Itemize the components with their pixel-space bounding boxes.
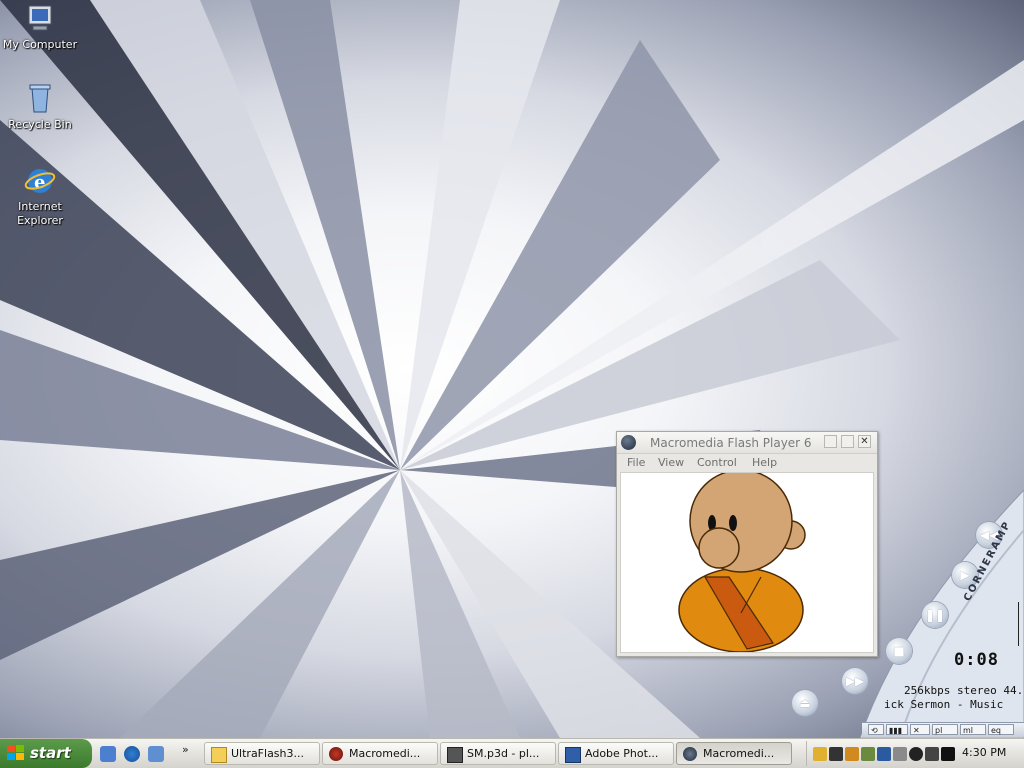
task-label: Macromedi... xyxy=(703,747,775,760)
bitrate-info: 256kbps stereo 44. xyxy=(904,684,1024,697)
monk-right-eye xyxy=(729,515,737,531)
equalizer-toggle[interactable]: eq xyxy=(988,724,1014,735)
tray-person-icon[interactable] xyxy=(877,747,891,761)
start-button[interactable]: start xyxy=(0,739,92,768)
maximize-button[interactable] xyxy=(841,435,854,448)
internet-explorer-quicklaunch-icon[interactable] xyxy=(124,746,140,762)
internet-explorer-label: Internet Explorer xyxy=(17,200,63,227)
flash-app-icon[interactable] xyxy=(621,435,636,450)
windows-logo-icon xyxy=(7,745,24,760)
task-macromedia-1[interactable]: Macromedi... xyxy=(322,742,438,765)
menu-view[interactable]: View xyxy=(658,456,684,469)
tray-globe-icon[interactable] xyxy=(909,747,923,761)
eject-icon: ⏏ xyxy=(799,696,811,710)
tray-app-icon[interactable] xyxy=(813,747,827,761)
close-icon: ✕ xyxy=(860,436,869,447)
close-button[interactable]: ✕ xyxy=(858,435,871,448)
tray-target-icon[interactable] xyxy=(861,747,875,761)
visualizer-toggle[interactable]: ▮▮▮ xyxy=(886,724,908,735)
pause-button[interactable]: ❚❚ xyxy=(922,602,948,628)
flash-icon xyxy=(683,747,697,761)
task-macromedia-2[interactable]: Macromedi... xyxy=(676,742,792,765)
track-title: ick Sermon - Music xyxy=(884,698,1004,711)
menu-help[interactable]: Help xyxy=(752,456,777,469)
corneramp-control-bar: ⟲ ▮▮▮ ✕ pl ml eq xyxy=(862,722,1024,737)
clock[interactable]: 4:30 PM xyxy=(962,746,1006,759)
fast-forward-button[interactable]: ▶▶ xyxy=(842,668,868,694)
play-icon: ▶ xyxy=(960,568,970,582)
folder-icon xyxy=(211,747,227,763)
document-icon xyxy=(447,747,463,763)
stop-button[interactable]: ■ xyxy=(886,638,912,664)
recycle-bin-shortcut[interactable]: Recycle Bin xyxy=(0,82,80,132)
task-label: Adobe Phot... xyxy=(585,747,659,760)
shuffle-toggle[interactable]: ✕ xyxy=(910,724,930,735)
internet-explorer-icon: e xyxy=(24,169,56,193)
flash-menubar: File View Control Help xyxy=(617,454,877,471)
show-desktop-icon[interactable] xyxy=(100,746,116,762)
start-label: start xyxy=(30,744,71,762)
desktop: My Computer Recycle Bin e Internet Explo… xyxy=(0,0,1024,738)
media-library-toggle[interactable]: ml xyxy=(960,724,986,735)
my-computer-icon xyxy=(28,5,52,31)
photoshop-icon xyxy=(565,747,581,763)
tray-speaker-icon[interactable] xyxy=(893,747,907,761)
flash-icon xyxy=(329,747,343,761)
flash-player-window: Macromedia Flash Player 6 ✕ File View Co… xyxy=(616,431,878,657)
flash-stage[interactable] xyxy=(620,469,874,653)
repeat-toggle[interactable]: ⟲ xyxy=(868,724,884,735)
monk-character xyxy=(678,469,806,653)
playlist-toggle[interactable]: pl xyxy=(932,724,958,735)
taskbar: start » UltraFlash3... Macromedi... SM.p… xyxy=(0,738,1024,768)
internet-explorer-shortcut[interactable]: e Internet Explorer xyxy=(0,164,80,228)
task-label: Macromedi... xyxy=(349,747,421,760)
tray-runner-icon[interactable] xyxy=(845,747,859,761)
fast-forward-icon: ▶▶ xyxy=(845,674,865,688)
window-title: Macromedia Flash Player 6 xyxy=(650,436,812,450)
monk-nose xyxy=(698,527,740,569)
task-label: SM.p3d - pl... xyxy=(467,747,540,760)
tray-softx-icon[interactable] xyxy=(941,747,955,761)
volume-slider[interactable] xyxy=(1018,602,1019,646)
outlook-express-icon[interactable] xyxy=(148,746,164,762)
task-adobe-photoshop[interactable]: Adobe Phot... xyxy=(558,742,674,765)
playback-time: 0:08 xyxy=(954,650,999,670)
eject-button[interactable]: ⏏ xyxy=(792,690,818,716)
task-sm-p3d[interactable]: SM.p3d - pl... xyxy=(440,742,556,765)
recycle-bin-label: Recycle Bin xyxy=(8,118,72,131)
my-computer-shortcut[interactable]: My Computer xyxy=(0,2,80,52)
task-ultraflash[interactable]: UltraFlash3... xyxy=(204,742,320,765)
pause-icon: ❚❚ xyxy=(924,608,946,622)
minimize-button[interactable] xyxy=(824,435,837,448)
flash-titlebar[interactable]: Macromedia Flash Player 6 ✕ xyxy=(617,432,877,454)
task-label: UltraFlash3... xyxy=(231,747,304,760)
my-computer-label: My Computer xyxy=(2,38,78,51)
tray-grid-icon[interactable] xyxy=(925,747,939,761)
recycle-bin-icon xyxy=(29,84,51,113)
menu-control[interactable]: Control xyxy=(697,456,737,469)
quick-launch-chevron-icon[interactable]: » xyxy=(182,743,189,756)
stop-icon: ■ xyxy=(893,644,905,658)
tray-eye-icon[interactable] xyxy=(829,747,843,761)
menu-file[interactable]: File xyxy=(627,456,645,469)
